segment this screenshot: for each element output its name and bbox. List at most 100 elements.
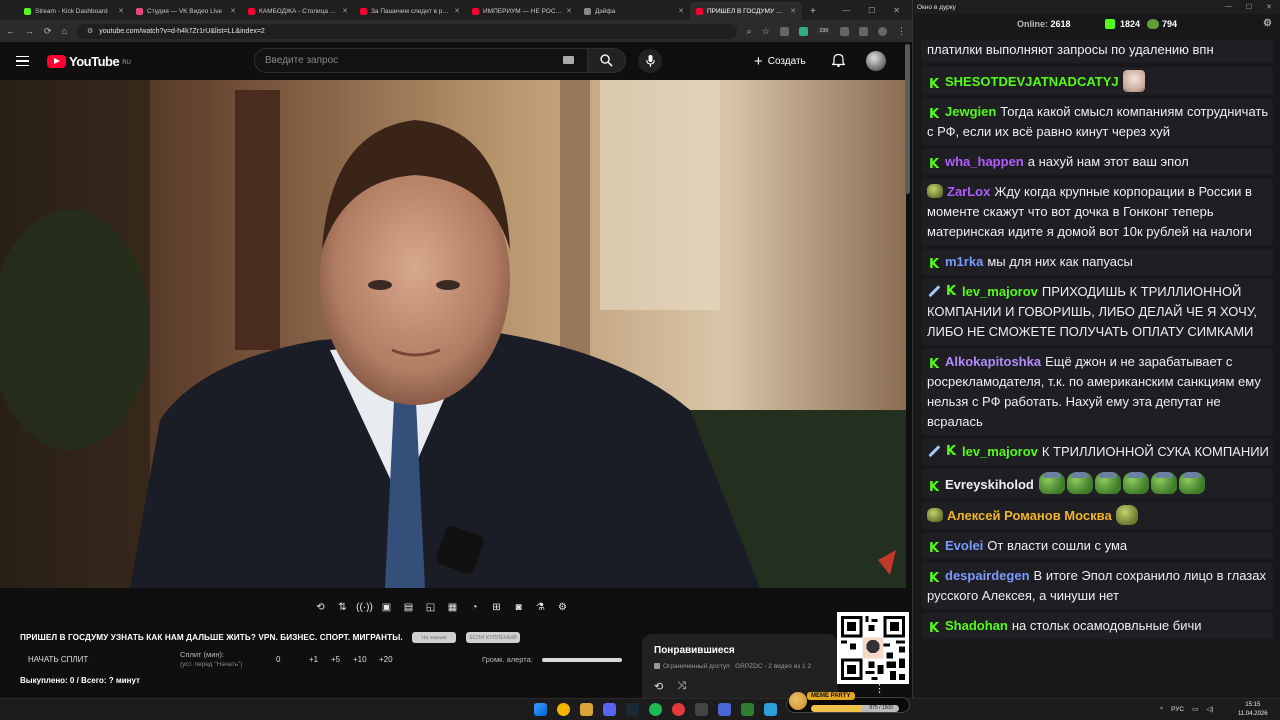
url-field[interactable]: ⚙ youtube.com/watch?v=d-h4k7Zr1rU&list=LL… <box>76 23 737 39</box>
back-icon[interactable]: ← <box>6 26 15 36</box>
close-tab-icon[interactable]: ✕ <box>678 7 684 15</box>
language-indicator[interactable]: РУС <box>1171 706 1184 713</box>
site-info-icon[interactable]: ⚙ <box>87 27 93 35</box>
search-input[interactable]: Введите запрос <box>254 48 588 73</box>
tab-cambodia[interactable]: КАМБОДЖА - Столица Миро ✕ <box>242 2 354 20</box>
split-add-5-button[interactable]: +5 <box>331 655 340 664</box>
close-tab-icon[interactable]: ✕ <box>230 7 236 15</box>
vk-favicon-icon <box>136 7 143 15</box>
split-add-20-button[interactable]: +20 <box>379 655 393 664</box>
alert-volume-slider[interactable] <box>542 658 622 662</box>
chat-message-list[interactable]: платилки выполняют запросы по удалению в… <box>921 40 1273 643</box>
close-tab-icon[interactable]: ✕ <box>342 7 348 15</box>
tab-title: ИМПЕРИУМ — НЕ РОССИЯ <box>483 7 563 15</box>
close-tab-icon[interactable]: ✕ <box>790 7 796 15</box>
frog-emote-icon <box>1115 505 1138 525</box>
chat-username[interactable]: SHESOTDEVJATNADCATYJ <box>945 74 1119 89</box>
kick-viewer-count: 1824 <box>1105 19 1140 29</box>
status-pill[interactable]: На заказе <box>412 632 456 643</box>
notifications-bell-icon[interactable] <box>832 53 845 67</box>
discord-icon[interactable] <box>603 703 616 716</box>
chat-username[interactable]: wha_happen <box>945 154 1024 169</box>
chat-message: K Alkokapitoshka Ещё джон и не зарабатывае… <box>921 349 1273 435</box>
extension-icon[interactable] <box>779 26 789 36</box>
account-avatar[interactable] <box>866 51 886 71</box>
start-windows-icon[interactable] <box>534 703 547 716</box>
chat-username[interactable]: Alkokapitoshka <box>945 354 1041 369</box>
tab-current-video[interactable]: ПРИШЕЛ В ГОСДУМУ УЗНАТ ✕ <box>690 2 802 20</box>
steam-icon[interactable] <box>626 703 639 716</box>
split-add-10-button[interactable]: +10 <box>353 655 367 664</box>
chat-username[interactable]: Evolei <box>945 538 983 553</box>
zoom-icon[interactable]: ⌕ <box>747 26 752 37</box>
page-scrollbar[interactable] <box>905 44 910 194</box>
message-text: мы для них как папуасы <box>987 254 1133 269</box>
shuffle-icon[interactable]: ⤨ <box>677 680 686 693</box>
reload-icon[interactable]: ⟳ <box>44 26 52 37</box>
tab-deyfa[interactable]: Дэйфа ✕ <box>578 2 690 20</box>
chat-username[interactable]: m1rka <box>945 254 983 269</box>
extension-icon[interactable] <box>798 26 808 36</box>
bookmark-star-icon[interactable]: ☆ <box>762 26 770 37</box>
chrome-icon[interactable] <box>557 703 570 716</box>
keyboard-icon[interactable] <box>563 56 574 64</box>
tab-vk-studio[interactable]: Студия — VK Видео Live ✕ <box>130 2 242 20</box>
search-button[interactable] <box>588 48 626 73</box>
close-window-icon[interactable]: ✕ <box>893 6 900 15</box>
tray-expand-icon[interactable]: ^ <box>1160 706 1163 713</box>
loop-playlist-icon[interactable]: ⟲ <box>654 680 663 693</box>
video-player[interactable] <box>0 80 906 588</box>
youtube-logo[interactable]: YouTube RU <box>47 54 131 69</box>
obs-icon[interactable] <box>695 703 708 716</box>
chat-username[interactable]: lev_majorov <box>962 284 1038 299</box>
profile-icon[interactable] <box>878 26 887 36</box>
chat-username[interactable]: Evreyskiholod <box>945 477 1034 492</box>
close-window-icon[interactable]: ✕ <box>1266 3 1272 11</box>
app-icon[interactable] <box>672 703 685 716</box>
tab-pashich[interactable]: За Пашичем следит в реальн ✕ <box>354 2 466 20</box>
close-tab-icon[interactable]: ✕ <box>454 7 460 15</box>
start-split-button[interactable]: НАЧАТЬ СПЛИТ <box>28 655 88 664</box>
status-pill[interactable]: ЕСЛИ КУПЛЕНЫЙ <box>466 632 520 643</box>
minimize-icon[interactable]: — <box>1225 3 1232 11</box>
app-icon[interactable] <box>741 703 754 716</box>
file-explorer-icon[interactable] <box>580 703 593 716</box>
chat-username[interactable]: ZarLox <box>947 184 990 199</box>
chat-username[interactable]: lev_majorov <box>962 444 1038 459</box>
network-icon[interactable]: ▭ <box>1192 705 1198 713</box>
maximize-icon[interactable]: ☐ <box>868 6 875 15</box>
windows-taskbar: ^ РУС ▭ ◁) 15:15 11.04.2026 <box>0 698 1280 720</box>
message-text: платилки выполняют запросы по удалению в… <box>927 42 1214 57</box>
video-player-icon[interactable] <box>718 703 731 716</box>
chat-message: Km1rka мы для них как папуасы <box>921 249 1273 275</box>
tab-imperium[interactable]: ИМПЕРИУМ — НЕ РОССИЯ ✕ <box>466 2 578 20</box>
downloads-icon[interactable] <box>859 26 868 36</box>
voice-search-button[interactable] <box>638 49 662 73</box>
volume-icon[interactable]: ◁) <box>1206 705 1213 713</box>
tab-kick-dashboard[interactable]: Stream - Kick Dashboard ✕ <box>18 2 130 20</box>
browser-menu-icon[interactable]: ⋮ <box>897 26 906 37</box>
extensions-puzzle-icon[interactable] <box>840 26 849 36</box>
kick-badge-icon: K <box>927 157 941 172</box>
home-icon[interactable]: ⌂ <box>62 26 67 36</box>
forward-icon[interactable]: → <box>25 26 34 36</box>
maximize-icon[interactable]: ☐ <box>1246 3 1252 11</box>
spotify-icon[interactable] <box>649 703 662 716</box>
chat-username[interactable]: Алексей Романов Москва <box>947 508 1112 523</box>
chat-username[interactable]: Jewgien <box>945 104 996 119</box>
chat-settings-icon[interactable]: ⚙ <box>1263 18 1272 29</box>
chat-username[interactable]: despairdegen <box>945 568 1030 583</box>
hamburger-menu-icon[interactable] <box>16 55 29 67</box>
close-tab-icon[interactable]: ✕ <box>118 7 124 15</box>
split-value-button[interactable]: 0 <box>276 655 280 664</box>
playlist-title[interactable]: Понравившиеся <box>654 645 735 656</box>
create-button[interactable]: + Создать <box>754 50 806 72</box>
telegram-icon[interactable] <box>764 703 777 716</box>
split-add-1-button[interactable]: +1 <box>309 655 318 664</box>
close-tab-icon[interactable]: ✕ <box>566 7 572 15</box>
minimize-icon[interactable]: — <box>842 6 850 15</box>
widget-progress-bar: 875 / 1500 <box>811 705 899 712</box>
new-tab-button[interactable]: + <box>802 6 824 20</box>
taskbar-clock[interactable]: 15:15 11.04.2026 <box>1238 701 1268 719</box>
chat-username[interactable]: Shadohan <box>945 618 1008 633</box>
